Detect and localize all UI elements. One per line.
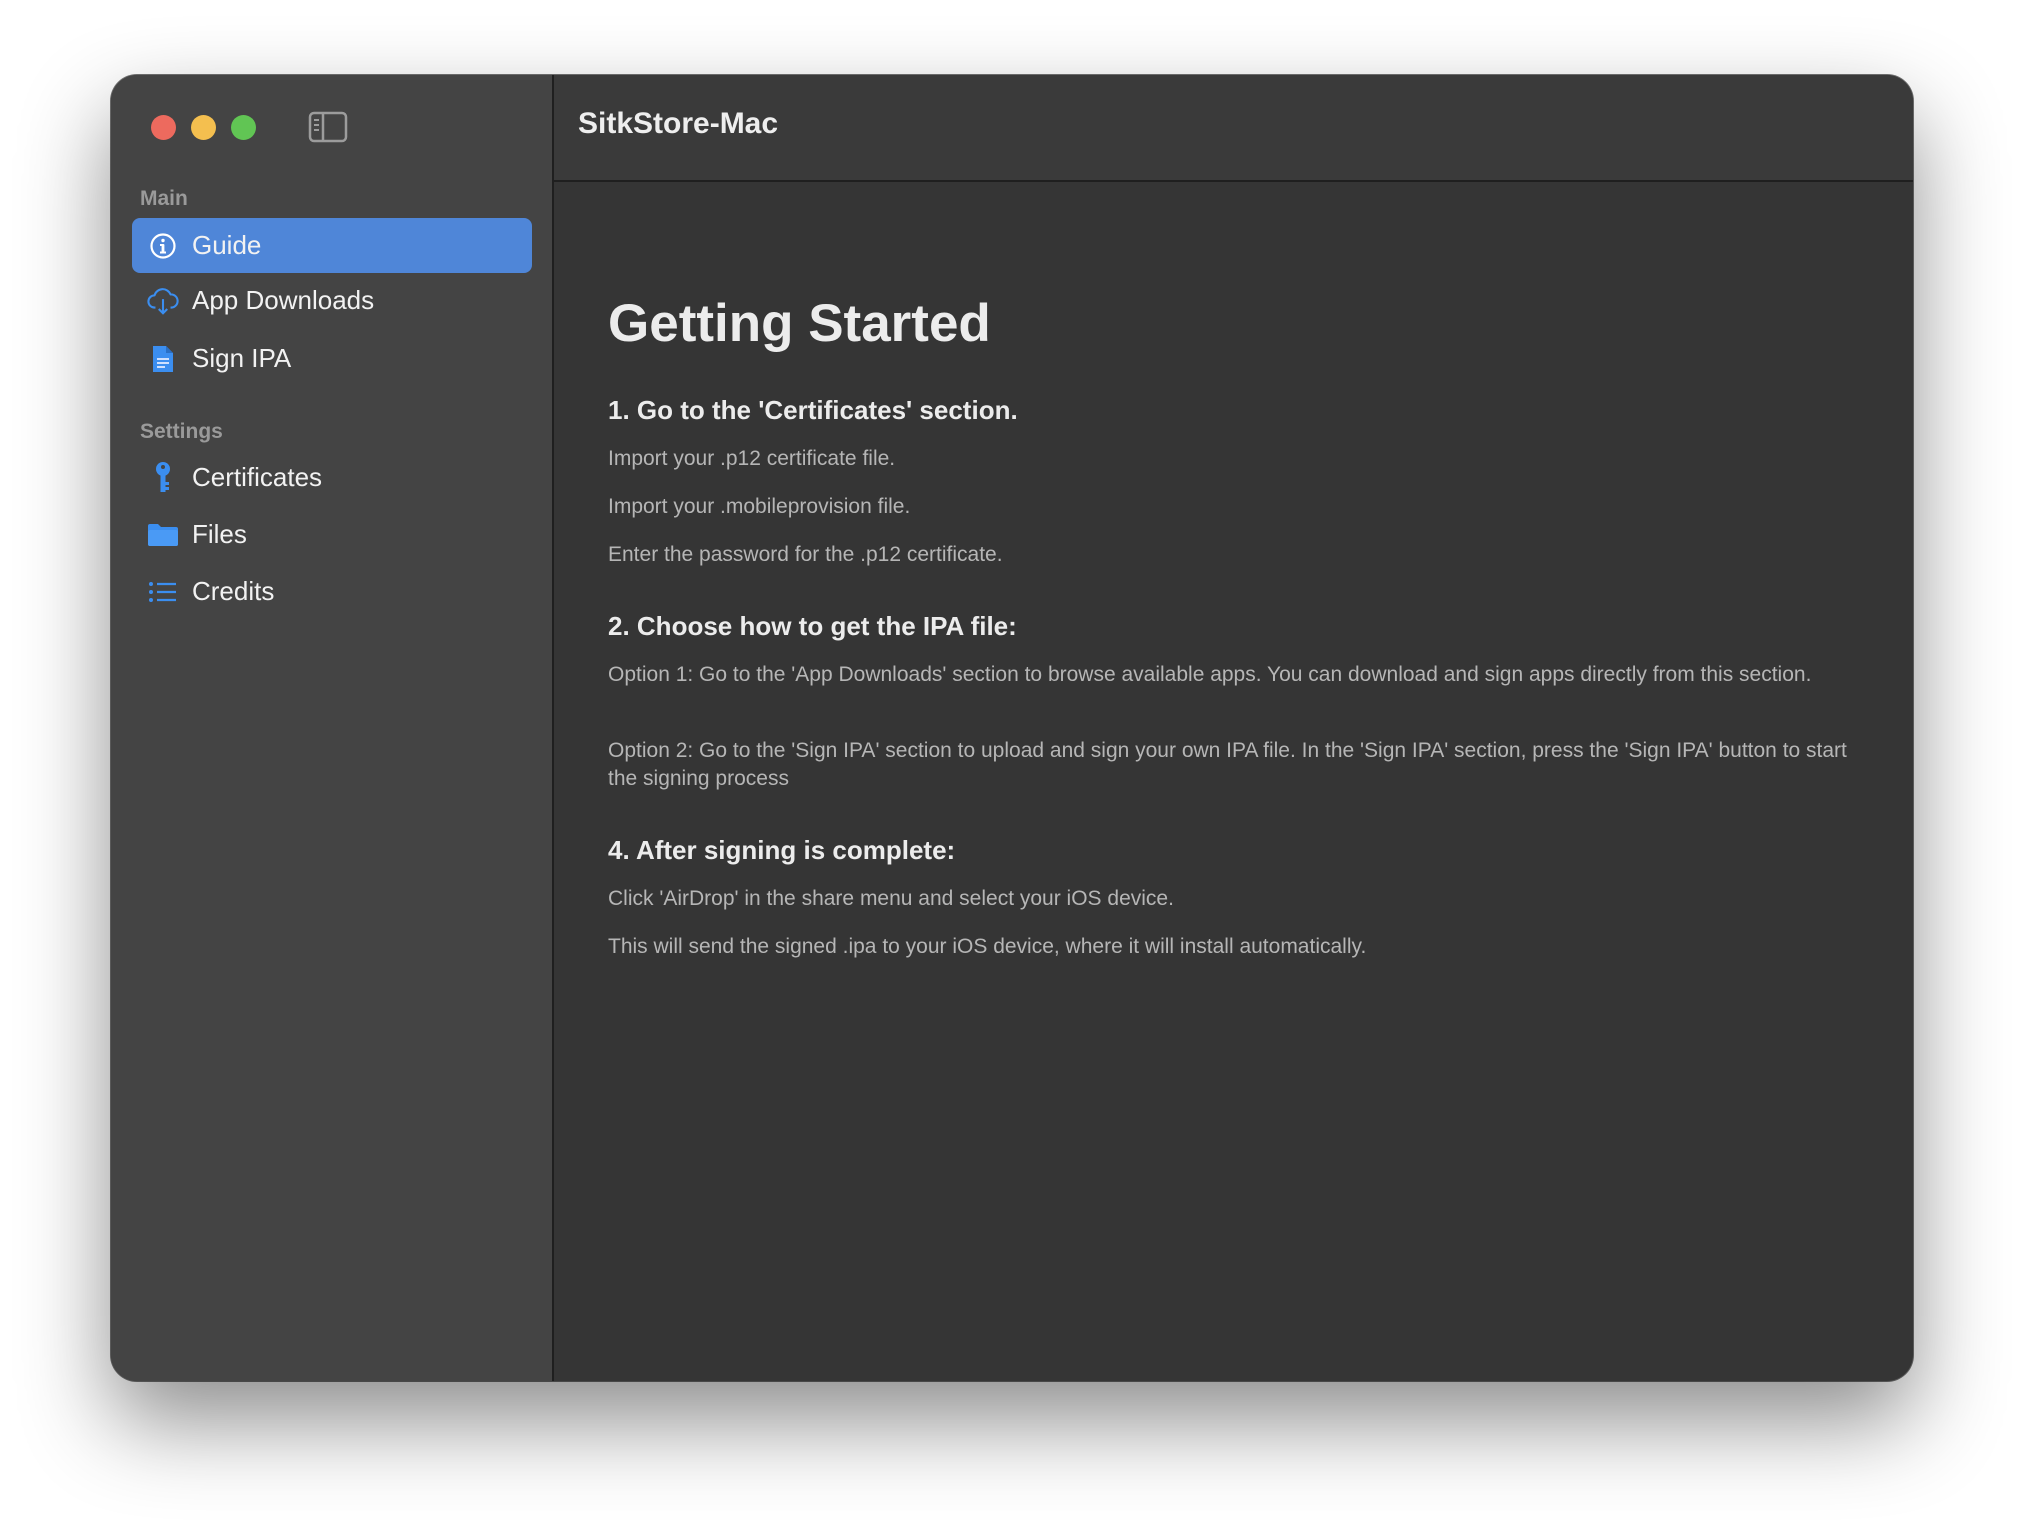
sidebar-item-guide[interactable]: Guide xyxy=(132,218,532,273)
sidebar-left-icon[interactable] xyxy=(308,111,348,143)
sidebar-item-files[interactable]: Files xyxy=(132,507,532,562)
sidebar-item-label: Files xyxy=(192,519,247,549)
step-heading: 4. After signing is complete: xyxy=(608,835,956,865)
step-line: Import your .p12 certificate file. xyxy=(608,447,896,470)
list-icon xyxy=(147,576,179,608)
step-line: Import your .mobileprovision file. xyxy=(608,495,911,518)
toolbar: SitkStore-Mac xyxy=(554,75,1913,182)
close-window-button[interactable] xyxy=(151,115,176,140)
folder-icon xyxy=(147,519,179,551)
sidebar-item-label: Sign IPA xyxy=(192,343,292,373)
step-line: Option 1: Go to the 'App Downloads' sect… xyxy=(608,663,1812,686)
cloud-download-icon xyxy=(147,285,179,317)
sidebar-item-label: App Downloads xyxy=(192,285,375,315)
sidebar-item-credits[interactable]: Credits xyxy=(132,564,532,619)
sidebar-item-certificates[interactable]: Certificates xyxy=(132,450,532,505)
sidebar-section-settings: Settings xyxy=(140,420,223,443)
key-icon xyxy=(147,461,179,494)
minimize-window-button[interactable] xyxy=(191,115,216,140)
sidebar-item-label: Guide xyxy=(192,230,262,260)
sidebar: Main Guide App Downloads Sign IPA Settin… xyxy=(111,75,554,1381)
document-icon xyxy=(147,343,179,375)
page-title: Getting Started xyxy=(608,294,991,353)
sidebar-section-main: Main xyxy=(140,187,188,210)
step-heading: 2. Choose how to get the IPA file: xyxy=(608,611,1017,641)
step-line: Option 2: Go to the 'Sign IPA' section t… xyxy=(608,739,1847,790)
step-line: Enter the password for the .p12 certific… xyxy=(608,543,1003,566)
step-line: This will send the signed .ipa to your i… xyxy=(608,935,1367,958)
info-circle-icon xyxy=(147,230,179,262)
zoom-window-button[interactable] xyxy=(231,115,256,140)
sidebar-item-app-downloads[interactable]: App Downloads xyxy=(132,273,532,328)
sidebar-item-sign-ipa[interactable]: Sign IPA xyxy=(132,331,532,386)
sidebar-item-label: Certificates xyxy=(192,462,323,492)
step-heading: 1. Go to the 'Certificates' section. xyxy=(608,395,1018,425)
step-line: Click 'AirDrop' in the share menu and se… xyxy=(608,887,1174,910)
sidebar-item-label: Credits xyxy=(192,576,275,606)
window-title: SitkStore-Mac xyxy=(578,107,779,140)
app-window: Main Guide App Downloads Sign IPA Settin… xyxy=(111,75,1913,1381)
